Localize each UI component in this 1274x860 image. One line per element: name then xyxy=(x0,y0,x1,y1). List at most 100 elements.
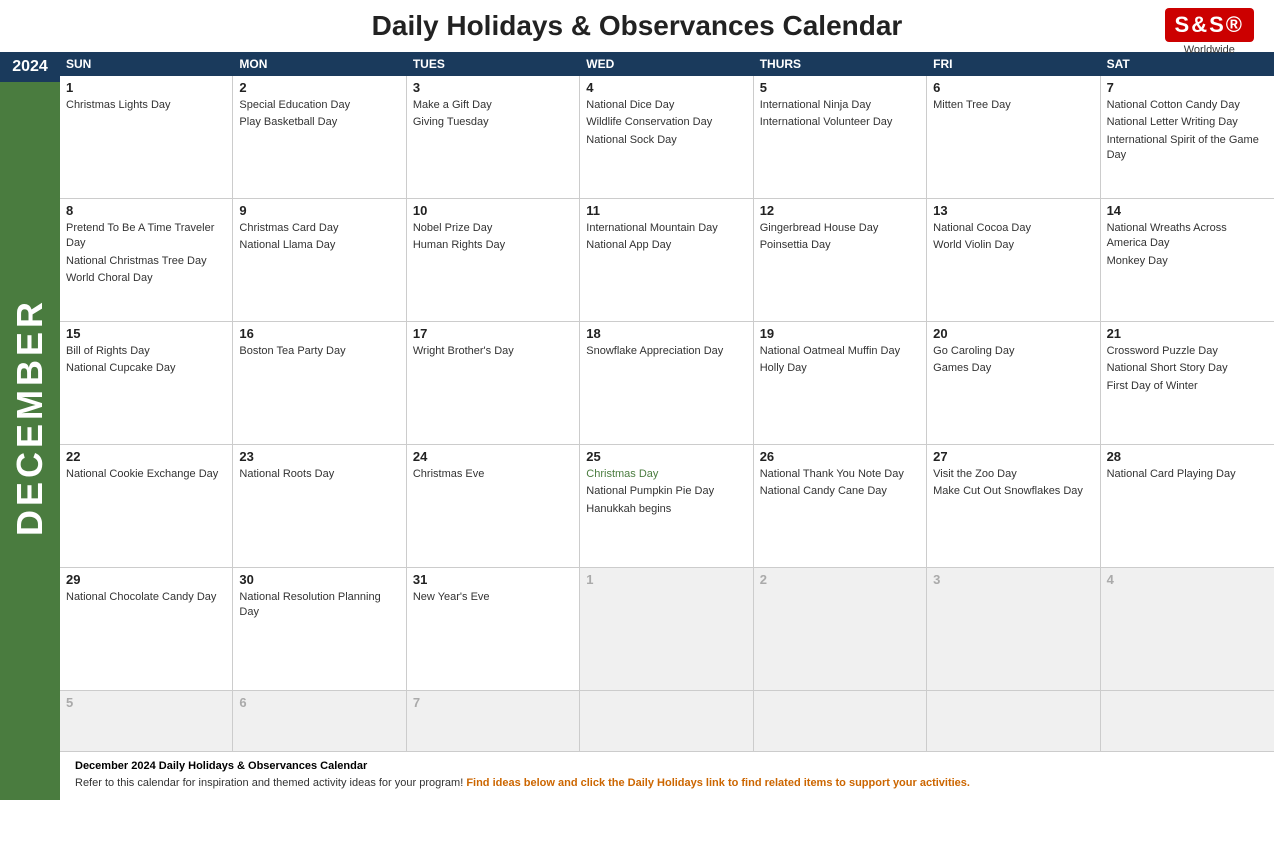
cell-number: 14 xyxy=(1107,203,1268,218)
cal-cell-31: 31 New Year's Eve xyxy=(407,568,580,690)
cell-events: Nobel Prize Day Human Rights Day xyxy=(413,221,573,254)
cal-cell-1: 1 Christmas Lights Day xyxy=(60,76,233,198)
event-item: National Cocoa Day xyxy=(933,221,1093,236)
cal-cell-24: 24 Christmas Eve xyxy=(407,445,580,567)
cal-cell-3: 3Make a Gift DayGiving Tuesday xyxy=(407,76,580,198)
footer-sidebar xyxy=(0,752,60,800)
cal-cell-30: 30National Resolution Planning Day xyxy=(233,568,406,690)
cell-number: 7 xyxy=(1107,80,1268,95)
day-header-fri: FRI xyxy=(927,52,1100,76)
bottom-cell-1: 6 xyxy=(233,691,406,751)
cal-cell-12: 12Gingerbread House DayPoinsettia Day xyxy=(754,199,927,321)
cal-cell-other2: 2 xyxy=(754,568,927,690)
cal-cell-other1: 1 xyxy=(580,568,753,690)
cal-cell-28: 28National Card Playing Day xyxy=(1101,445,1274,567)
event-item: National Resolution Planning Day xyxy=(239,590,399,621)
event-item: National Christmas Tree Day xyxy=(66,254,226,269)
cell-number: 31 xyxy=(413,572,573,587)
cal-cell-5: 5International Ninja DayInternational Vo… xyxy=(754,76,927,198)
cell-number: 6 xyxy=(933,80,1093,95)
event-item: First Day of Winter xyxy=(1107,379,1268,394)
event-item: National Cupcake Day xyxy=(66,361,226,376)
event-item: Human Rights Day xyxy=(413,238,573,253)
event-item: Christmas Lights Day xyxy=(66,98,226,113)
cal-cell-23: 23National Roots Day xyxy=(233,445,406,567)
cell-number: 15 xyxy=(66,326,226,341)
footer-main-text: Refer to this calendar for inspiration a… xyxy=(75,777,463,789)
event-item: Giving Tuesday xyxy=(413,115,573,130)
event-item: New Year's Eve xyxy=(413,590,573,605)
event-item: National Chocolate Candy Day xyxy=(66,590,226,605)
cell-events: Wright Brother's Day xyxy=(413,344,573,359)
cell-events: Christmas Lights Day xyxy=(66,98,226,113)
event-item: National Short Story Day xyxy=(1107,361,1268,376)
cal-cell-18: 18Snowflake Appreciation Day xyxy=(580,322,753,444)
cell-events: National Chocolate Candy Day xyxy=(66,590,226,605)
month-label: DECEMBER xyxy=(9,82,51,752)
cal-cell-13: 13 National Cocoa Day World Violin Day xyxy=(927,199,1100,321)
cal-cell-27: 27Visit the Zoo DayMake Cut Out Snowflak… xyxy=(927,445,1100,567)
cal-cell-10: 10Nobel Prize DayHuman Rights Day xyxy=(407,199,580,321)
event-item: Hanukkah begins xyxy=(586,502,746,517)
footer-content: December 2024 Daily Holidays & Observanc… xyxy=(60,752,1274,800)
day-header-thurs: THURS xyxy=(754,52,927,76)
cell-events: Boston Tea Party Day xyxy=(239,344,399,359)
cal-cell-19: 19National Oatmeal Muffin DayHolly Day xyxy=(754,322,927,444)
cell-number: 3 xyxy=(933,572,1093,587)
bottom-cell-6 xyxy=(1101,691,1274,751)
event-item: National Card Playing Day xyxy=(1107,467,1268,482)
cell-events: Pretend To Be A Time Traveler DayNationa… xyxy=(66,221,226,287)
cell-number: 1 xyxy=(66,80,226,95)
cal-cell-other3: 3 xyxy=(927,568,1100,690)
cal-cell-4: 4 National Dice DayWildlife Conservation … xyxy=(580,76,753,198)
cell-events: National Dice DayWildlife Conservation D… xyxy=(586,98,746,148)
cal-cell-2: 2Special Education DayPlay Basketball Da… xyxy=(233,76,406,198)
cell-events: National Thank You Note DayNational Cand… xyxy=(760,467,920,500)
bottom-cell-5 xyxy=(927,691,1100,751)
event-item: National Oatmeal Muffin Day xyxy=(760,344,920,359)
cell-events: National Card Playing Day xyxy=(1107,467,1268,482)
event-item: Make a Gift Day xyxy=(413,98,573,113)
cell-number: 9 xyxy=(239,203,399,218)
event-item: National Cotton Candy Day xyxy=(1107,98,1268,113)
cell-number: 4 xyxy=(586,80,746,95)
event-item: Play Basketball Day xyxy=(239,115,399,130)
cell-number: 13 xyxy=(933,203,1093,218)
cell-number: 4 xyxy=(1107,572,1268,587)
bottom-cell-0: 5 xyxy=(60,691,233,751)
event-item: Christmas Day xyxy=(586,467,746,482)
cell-events: Christmas Card DayNational Llama Day xyxy=(239,221,399,254)
day-header-sun: SUN xyxy=(60,52,233,76)
event-item: Games Day xyxy=(933,361,1093,376)
cal-cell-26: 26National Thank You Note DayNational Ca… xyxy=(754,445,927,567)
event-item: Make Cut Out Snowflakes Day xyxy=(933,484,1093,499)
cell-events: National Cookie Exchange Day xyxy=(66,467,226,482)
cell-number: 5 xyxy=(66,695,226,710)
event-item: Nobel Prize Day xyxy=(413,221,573,236)
event-item: National Thank You Note Day xyxy=(760,467,920,482)
cell-events: Visit the Zoo Day Make Cut Out Snowflakes… xyxy=(933,467,1093,500)
cell-events: Snowflake Appreciation Day xyxy=(586,344,746,359)
cell-number: 24 xyxy=(413,449,573,464)
event-item: Christmas Eve xyxy=(413,467,573,482)
calendar-week-2: 8 Pretend To Be A Time Traveler DayNation… xyxy=(60,199,1274,322)
cal-cell-16: 16Boston Tea Party Day xyxy=(233,322,406,444)
cell-events: International Mountain DayNational App D… xyxy=(586,221,746,254)
event-item: World Violin Day xyxy=(933,238,1093,253)
event-item: Gingerbread House Day xyxy=(760,221,920,236)
event-item: Monkey Day xyxy=(1107,254,1268,269)
cell-number: 17 xyxy=(413,326,573,341)
event-item: National Pumpkin Pie Day xyxy=(586,484,746,499)
event-item: Visit the Zoo Day xyxy=(933,467,1093,482)
event-item: National Roots Day xyxy=(239,467,399,482)
month-sidebar: 2024 DECEMBER xyxy=(0,52,60,752)
event-item: World Choral Day xyxy=(66,271,226,286)
cell-number: 1 xyxy=(586,572,746,587)
cell-number: 5 xyxy=(760,80,920,95)
year-label: 2024 xyxy=(0,52,60,82)
event-item: National Dice Day xyxy=(586,98,746,113)
event-item: Christmas Card Day xyxy=(239,221,399,236)
day-headers: SUNMONTUESWEDTHURSFRISAT xyxy=(60,52,1274,76)
cell-number: 21 xyxy=(1107,326,1268,341)
cell-number: 8 xyxy=(66,203,226,218)
